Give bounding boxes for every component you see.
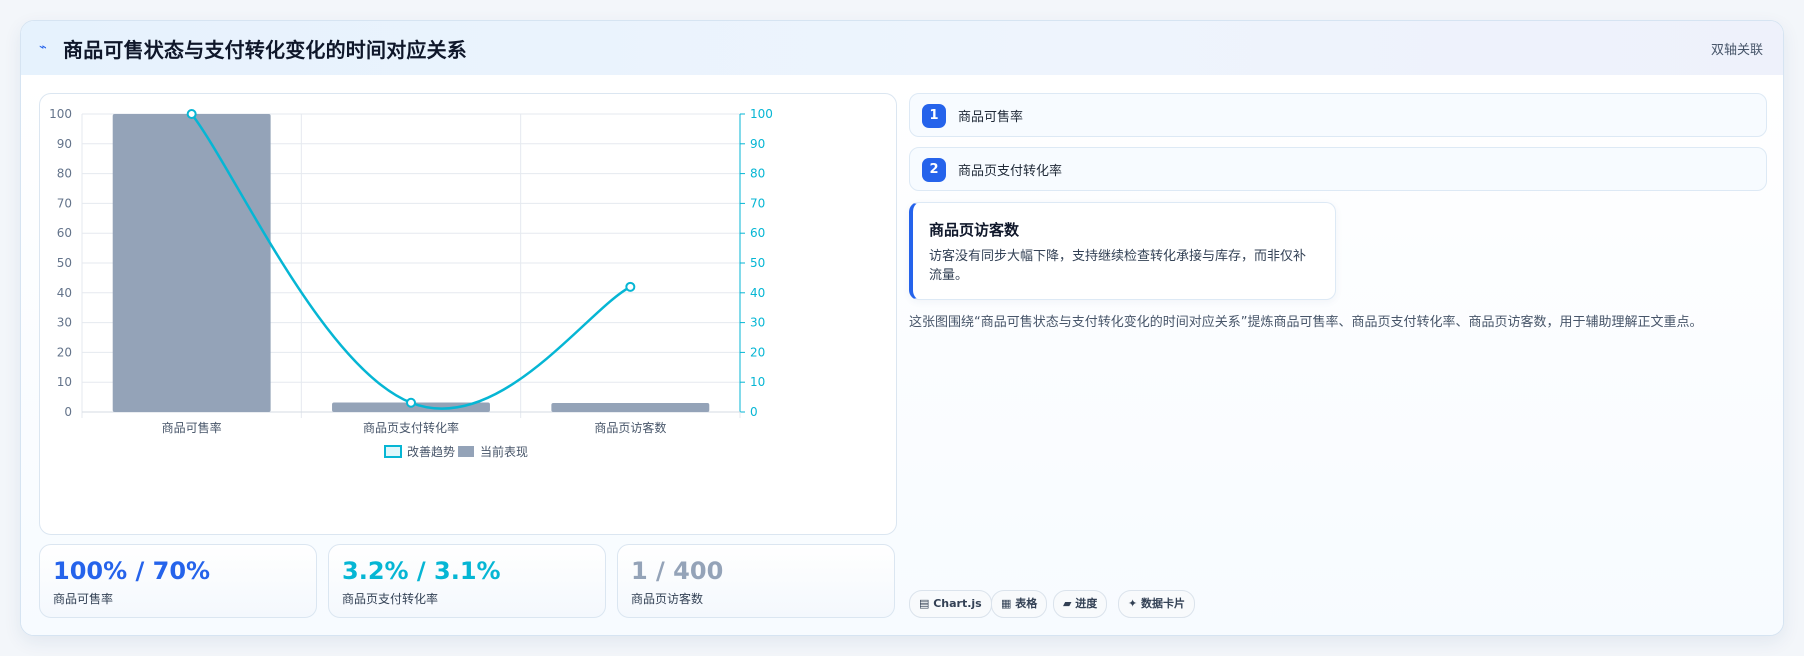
stat-label: 商品页支付转化率 xyxy=(342,592,439,606)
y-right-tick-label: 30 xyxy=(750,316,765,330)
trend-point-2 xyxy=(406,397,416,408)
bar-3 xyxy=(551,403,710,412)
stat-value: 1 / 400 xyxy=(631,557,724,585)
card-header: ⌁ 商品可售状态与支付转化变化的时间对应关系 双轴关联 xyxy=(21,21,1783,76)
stat-card-sellable-rate: 100% / 70% 商品可售率 xyxy=(39,544,317,618)
bar-1 xyxy=(112,114,271,412)
y-right-tick-label: 100 xyxy=(750,107,773,121)
stat-card-payment-conversion: 3.2% / 3.1% 商品页支付转化率 xyxy=(328,544,606,618)
y-left-tick-label: 30 xyxy=(57,316,72,330)
y-left-tick-label: 20 xyxy=(57,345,72,359)
tag-table[interactable]: ▦ 表格 xyxy=(991,590,1048,618)
y-left-tick-label: 100 xyxy=(49,107,72,121)
card-title: 商品可售状态与支付转化变化的时间对应关系 xyxy=(63,38,467,62)
stat-value: 3.2% / 3.1% xyxy=(342,557,501,585)
list-item-label: 商品页支付转化率 xyxy=(958,164,1063,179)
legend-label-current: 当前表现 xyxy=(480,444,528,459)
y-left-tick-label: 80 xyxy=(57,167,72,181)
tag-chartjs[interactable]: ▤ Chart.js xyxy=(909,590,992,618)
y-right-tick-label: 40 xyxy=(750,286,765,300)
y-right-tick-label: 0 xyxy=(750,405,758,419)
tag-data-card[interactable]: ✦ 数据卡片 xyxy=(1118,590,1196,618)
stat-label: 商品页访客数 xyxy=(631,592,704,606)
legend-label-trend: 改善趋势 xyxy=(407,444,455,459)
y-right-tick-label: 60 xyxy=(750,226,765,240)
stat-label: 商品可售率 xyxy=(53,592,114,606)
y-left-tick-label: 60 xyxy=(57,226,72,240)
y-left-tick-label: 0 xyxy=(64,405,72,419)
y-left-tick-label: 50 xyxy=(57,256,72,270)
trend-arrow-icon: ⌁ xyxy=(39,40,47,55)
stat-value: 100% / 70% xyxy=(53,557,211,585)
insight-note: 商品页访客数 访客没有同步大幅下降，支持继续检查转化承接与库存，而非仅补流量。 xyxy=(909,202,1336,300)
x-tick-label: 商品页支付转化率 xyxy=(363,420,459,435)
y-left-tick-label: 90 xyxy=(57,137,72,151)
y-left-tick-label: 10 xyxy=(57,375,72,389)
y-right-tick-label: 20 xyxy=(750,345,765,359)
x-tick-label: 商品页访客数 xyxy=(594,420,666,435)
trend-point-3 xyxy=(625,281,636,292)
dual-axis-badge: 双轴关联 xyxy=(1710,43,1763,58)
list-item-1[interactable]: 1 商品可售率 xyxy=(909,93,1767,137)
insight-title: 商品页访客数 xyxy=(929,221,1020,239)
y-right-tick-label: 50 xyxy=(750,256,765,270)
y-right-tick-label: 10 xyxy=(750,375,765,389)
legend-swatch-trend xyxy=(384,445,402,458)
step-number-badge: 1 xyxy=(922,104,946,128)
list-item-2[interactable]: 2 商品页支付转化率 xyxy=(909,147,1767,191)
chart-description: 这张图围绕“商品可售状态与支付转化变化的时间对应关系”提炼商品可售率、商品页支付… xyxy=(909,315,1703,330)
y-right-tick-label: 70 xyxy=(750,196,765,210)
insight-body: 访客没有同步大幅下降，支持继续检查转化承接与库存，而非仅补流量。 xyxy=(929,249,1307,283)
list-item-label: 商品可售率 xyxy=(958,110,1024,125)
legend-swatch-current xyxy=(458,446,474,457)
chart-card: ⌁ 商品可售状态与支付转化变化的时间对应关系 双轴关联 0 10 20 30 40 50 6… xyxy=(20,20,1784,636)
x-tick-label: 商品可售率 xyxy=(162,420,222,435)
chart-svg: 0 10 20 30 40 50 60 70 80 90 100 0 10 20 30 40 50 60 70 80 9… xyxy=(49,107,773,459)
stat-card-visitors: 1 / 400 商品页访客数 xyxy=(617,544,895,618)
tag-progress[interactable]: ▰ 进度 xyxy=(1053,590,1108,618)
y-right-tick-label: 80 xyxy=(750,167,765,181)
trend-point-1 xyxy=(186,109,197,119)
y-left-tick-label: 40 xyxy=(57,286,72,300)
step-number-badge: 2 xyxy=(922,158,946,182)
chart-panel: 0 10 20 30 40 50 60 70 80 90 100 0 10 20 30 40 50 60 70 80 9… xyxy=(39,93,897,535)
y-right-tick-label: 90 xyxy=(750,137,765,151)
y-left-tick-label: 70 xyxy=(57,196,72,210)
